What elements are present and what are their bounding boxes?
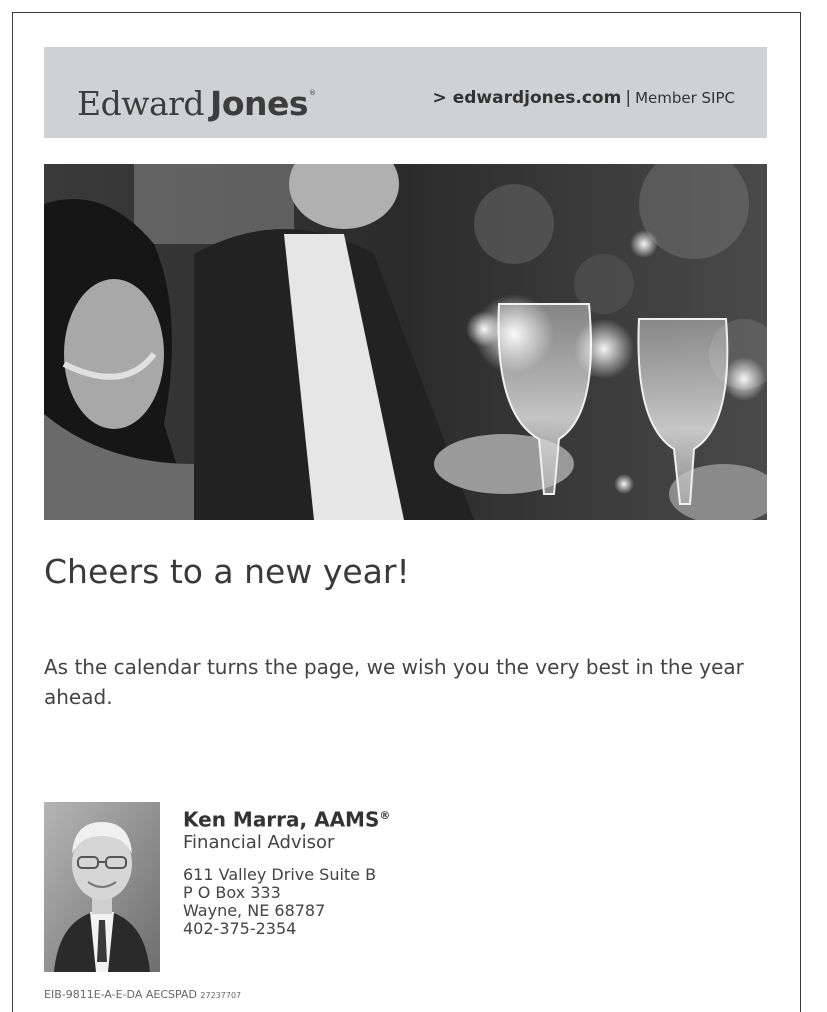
advisor-name-text: Ken Marra, AAMS xyxy=(183,807,380,832)
advisor-contact-block: Ken Marra, AAMS® Financial Advisor 611 V… xyxy=(183,804,390,938)
advisor-name-registered-mark: ® xyxy=(379,809,391,822)
advisor-photo xyxy=(44,802,160,972)
hero-photo-illustration xyxy=(44,164,767,520)
headline: Cheers to a new year! xyxy=(44,552,410,591)
logo-word-edward: Edward xyxy=(77,84,205,123)
header-separator: | xyxy=(625,88,632,108)
phone-number[interactable]: 402-375-2354 xyxy=(183,919,390,938)
footer-code-text: EIB-9811E-A-E-DA AECSPAD xyxy=(44,988,197,1001)
edward-jones-logo[interactable]: Edward Jones® xyxy=(77,73,316,124)
header-right: > edwardjones.com | Member SIPC xyxy=(433,88,735,108)
address-line-po-box: P O Box 333 xyxy=(183,882,281,902)
header-banner: Edward Jones® > edwardjones.com | Member SI… xyxy=(44,47,767,138)
footer-tracking-code: EIB-9811E-A-E-DA AECSPAD 27237707 xyxy=(44,988,241,1001)
member-sipc-text: Member SIPC xyxy=(635,89,735,107)
address-line-street: 611 Valley Drive Suite B xyxy=(183,864,377,884)
address-line-city: Wayne, NE 68787 xyxy=(183,900,326,920)
advisor-name: Ken Marra, AAMS® xyxy=(183,804,390,832)
website-link[interactable]: > edwardjones.com xyxy=(433,88,622,108)
advisor-title: Financial Advisor xyxy=(183,831,335,853)
footer-code-small: 27237707 xyxy=(200,991,242,1000)
logo-registered-mark: ® xyxy=(309,89,317,97)
advisor-portrait-illustration xyxy=(44,802,160,972)
logo-word-jones: Jones xyxy=(210,84,309,123)
greeting-message: As the calendar turns the page, we wish … xyxy=(44,655,744,709)
hero-image-celebration xyxy=(44,164,767,520)
